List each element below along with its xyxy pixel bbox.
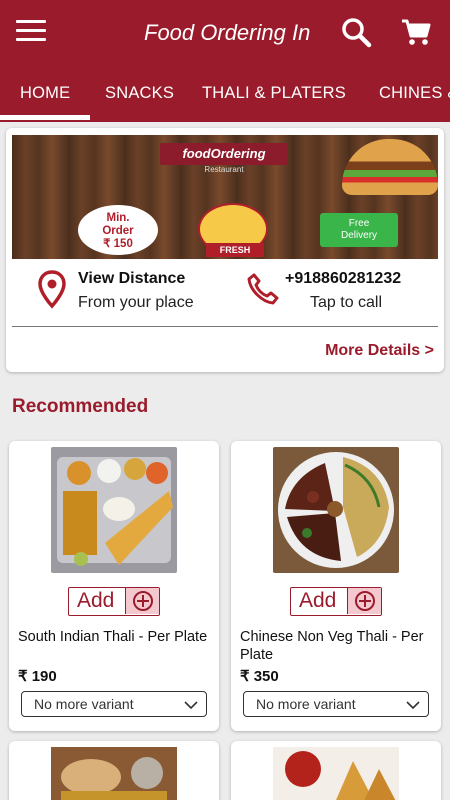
- add-label: Add: [299, 589, 337, 612]
- view-distance-subtitle: From your place: [78, 294, 194, 311]
- search-icon[interactable]: [338, 14, 374, 50]
- view-distance-title[interactable]: View Distance: [78, 270, 185, 288]
- location-pin-icon[interactable]: [38, 270, 66, 310]
- product-image[interactable]: [273, 747, 399, 800]
- product-price: ₹ 350: [240, 668, 279, 685]
- variant-value: No more variant: [256, 696, 356, 712]
- product-card[interactable]: [9, 741, 219, 800]
- variant-value: No more variant: [34, 696, 134, 712]
- add-to-cart-button[interactable]: Add: [290, 587, 382, 616]
- product-name: Chinese Non Veg Thali - Per Plate: [240, 629, 424, 663]
- app-title: Food Ordering In: [144, 20, 311, 45]
- add-label: Add: [77, 589, 115, 612]
- active-tab-indicator: [0, 115, 90, 120]
- more-details-link[interactable]: More Details >: [325, 342, 434, 360]
- tab-snacks[interactable]: SNACKS: [105, 84, 174, 103]
- product-card[interactable]: Add Chinese Non Veg Thali - Per Plate ₹ …: [231, 441, 441, 731]
- min-order-line: Min.: [106, 212, 130, 224]
- cart-icon[interactable]: [398, 14, 434, 50]
- plus-circle-icon: [125, 588, 159, 614]
- category-tabs: HOME SNACKS THALI & PLATERS CHINES &: [0, 66, 450, 122]
- product-price: ₹ 190: [18, 668, 57, 685]
- min-order-line: Order: [102, 225, 134, 237]
- product-card[interactable]: Add South Indian Thali - Per Plate ₹ 190…: [9, 441, 219, 731]
- section-title-recommended: Recommended: [12, 396, 149, 417]
- variant-select[interactable]: No more variant: [243, 691, 429, 717]
- banner-logo-sub: Restaurant: [204, 165, 244, 174]
- divider: [12, 326, 438, 327]
- free-delivery-truck-icon: Free Delivery: [320, 213, 398, 247]
- delivery-line: Delivery: [340, 230, 378, 241]
- product-image[interactable]: [51, 747, 177, 800]
- product-card[interactable]: [231, 741, 441, 800]
- promo-banner: foodOrdering Restaurant Min. Order ₹ 150…: [12, 135, 438, 259]
- phone-icon[interactable]: [246, 272, 280, 306]
- tap-to-call: Tap to call: [310, 294, 383, 311]
- tab-home[interactable]: HOME: [20, 84, 70, 103]
- min-order-amount: ₹ 150: [103, 238, 133, 250]
- plus-circle-icon: [347, 588, 381, 614]
- fresh-label: FRESH: [206, 243, 264, 257]
- menu-icon[interactable]: [16, 20, 46, 44]
- phone-number[interactable]: +918860281232: [285, 270, 401, 288]
- chevron-down-icon: [406, 698, 420, 710]
- app-bar: Food Ordering In: [0, 0, 450, 66]
- add-to-cart-button[interactable]: Add: [68, 587, 160, 616]
- tab-chinese[interactable]: CHINES &: [379, 84, 450, 103]
- variant-select[interactable]: No more variant: [21, 691, 207, 717]
- product-name: South Indian Thali - Per Plate: [18, 629, 208, 645]
- product-image[interactable]: [51, 447, 177, 573]
- min-order-badge: Min. Order ₹ 150: [78, 205, 158, 255]
- delivery-line: Free: [348, 218, 370, 229]
- tab-thali-platers[interactable]: THALI & PLATERS: [202, 84, 346, 103]
- chevron-down-icon: [184, 698, 198, 710]
- burger-image: [342, 139, 438, 195]
- restaurant-info-card: foodOrdering Restaurant Min. Order ₹ 150…: [6, 128, 444, 372]
- banner-logo: foodOrdering: [160, 143, 288, 165]
- product-image[interactable]: [273, 447, 399, 573]
